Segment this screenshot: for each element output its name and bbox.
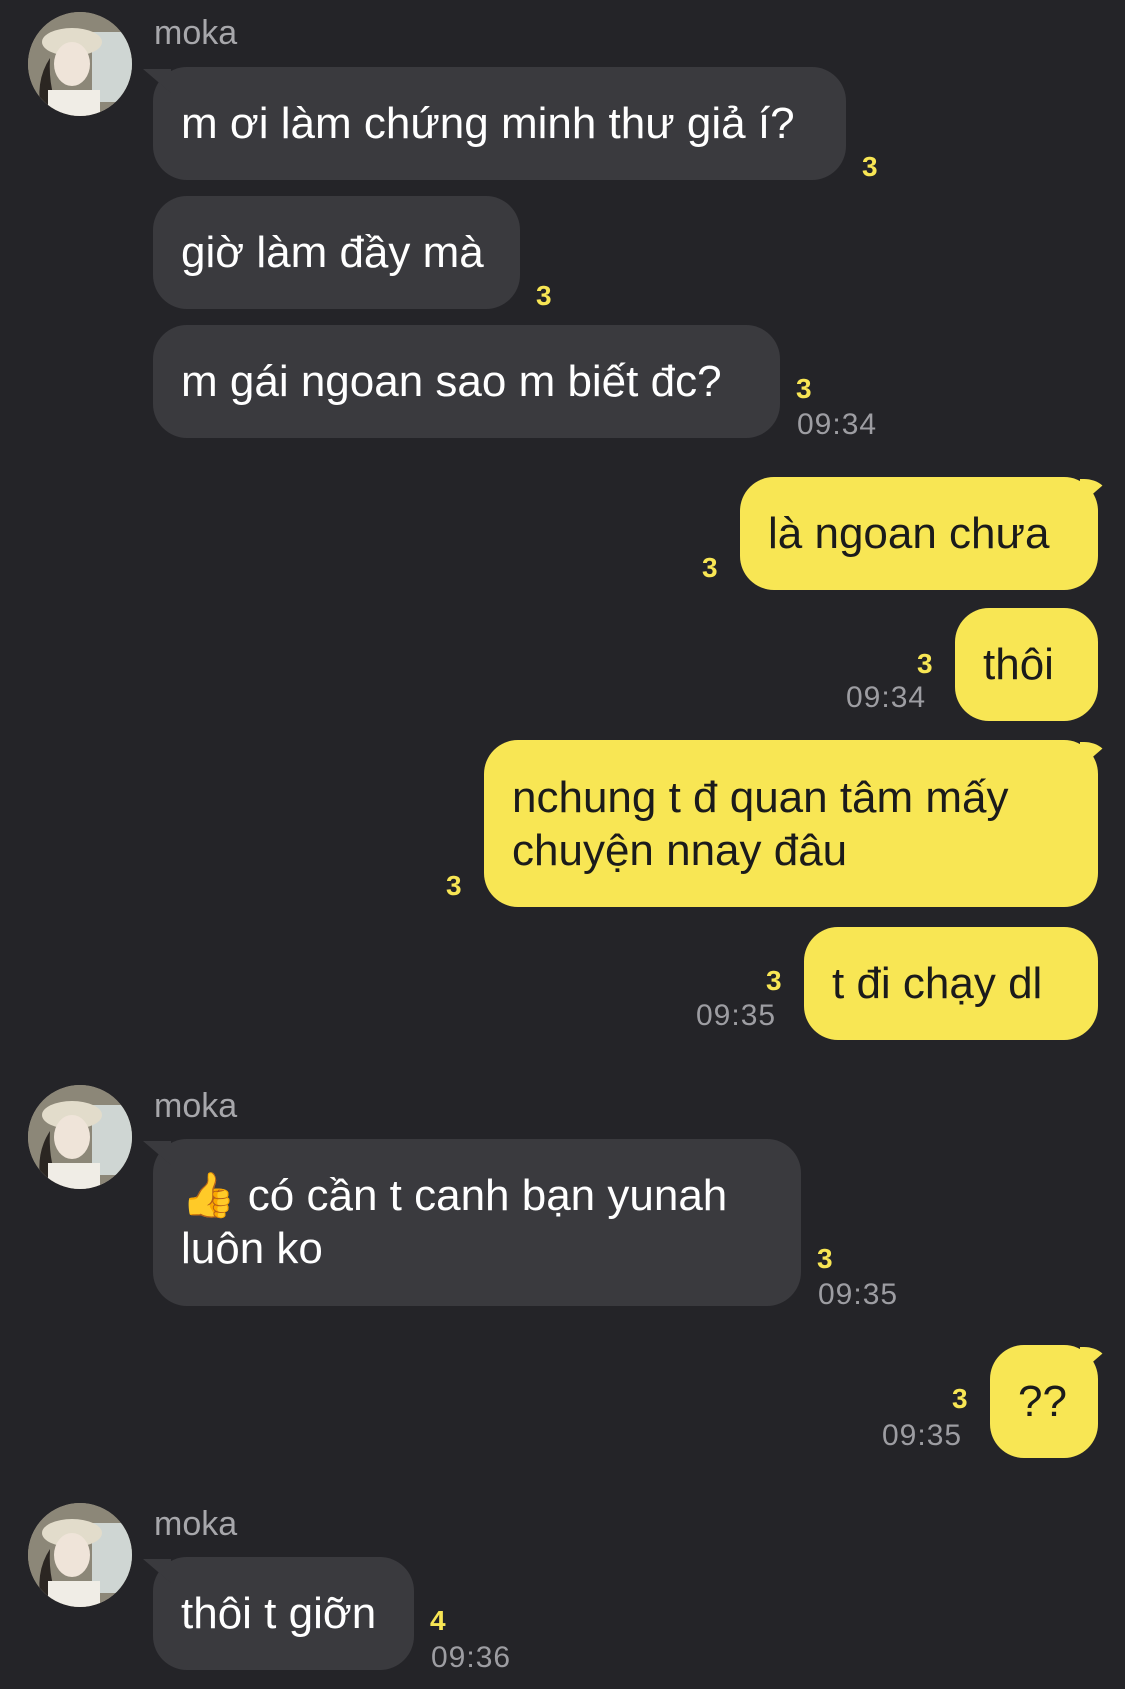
- message-bubble[interactable]: 👍 có cần t canh bạn yunah luôn ko: [153, 1139, 801, 1306]
- unread-count: 3: [702, 552, 718, 583]
- message-text: giờ làm đầy mà: [181, 228, 484, 277]
- message-bubble[interactable]: t đi chạy dl: [804, 927, 1098, 1040]
- unread-count: 3: [536, 280, 552, 311]
- message-bubble[interactable]: m gái ngoan sao m biết đc?: [153, 325, 780, 438]
- unread-count: 3: [796, 373, 812, 404]
- message-bubble[interactable]: là ngoan chưa: [740, 477, 1098, 590]
- timestamp: 09:35: [818, 1278, 899, 1311]
- profile-photo-icon: [28, 1503, 132, 1607]
- unread-count: 3: [766, 965, 782, 996]
- unread-count: 3: [917, 648, 933, 679]
- avatar[interactable]: [28, 12, 132, 116]
- message-text: là ngoan chưa: [768, 509, 1050, 558]
- message-text: ??: [1018, 1377, 1067, 1426]
- message-bubble[interactable]: thôi t giỡn: [153, 1557, 414, 1670]
- sender-name: moka: [154, 1505, 238, 1543]
- profile-photo-icon: [28, 1085, 132, 1189]
- message-bubble[interactable]: thôi: [955, 608, 1098, 721]
- timestamp: 09:34: [846, 681, 927, 714]
- avatar[interactable]: [28, 1503, 132, 1607]
- message-text: t đi chạy dl: [832, 959, 1043, 1008]
- message-text: thôi t giỡn: [181, 1589, 377, 1638]
- unread-count: 3: [817, 1243, 833, 1274]
- timestamp: 09:36: [431, 1641, 512, 1674]
- message-bubble[interactable]: nchung t đ quan tâm mấy chuyện nnay đâu: [484, 740, 1098, 907]
- timestamp: 09:35: [882, 1419, 963, 1452]
- sender-name: moka: [154, 1087, 238, 1125]
- unread-count: 3: [446, 870, 462, 901]
- thumbs-up-icon: 👍: [181, 1171, 236, 1220]
- profile-photo-icon: [28, 12, 132, 116]
- message-text: m ơi làm chứng minh thư giả í?: [181, 99, 795, 148]
- sender-name: moka: [154, 14, 238, 52]
- message-text: 👍 có cần t canh bạn yunah luôn ko: [181, 1171, 728, 1273]
- message-bubble[interactable]: ??: [990, 1345, 1098, 1458]
- timestamp: 09:34: [797, 408, 878, 441]
- message-text: thôi: [983, 640, 1054, 689]
- message-text: nchung t đ quan tâm mấy chuyện nnay đâu: [512, 772, 1009, 875]
- unread-count: 3: [862, 151, 878, 182]
- unread-count: 3: [952, 1383, 968, 1414]
- message-bubble[interactable]: m ơi làm chứng minh thư giả í?: [153, 67, 846, 180]
- message-bubble[interactable]: giờ làm đầy mà: [153, 196, 520, 309]
- message-text: m gái ngoan sao m biết đc?: [181, 357, 722, 406]
- unread-count: 4: [430, 1605, 446, 1636]
- chat-screen: moka m ơi làm chứng minh thư giả í? 3 gi…: [0, 0, 1125, 1689]
- avatar[interactable]: [28, 1085, 132, 1189]
- timestamp: 09:35: [696, 999, 777, 1032]
